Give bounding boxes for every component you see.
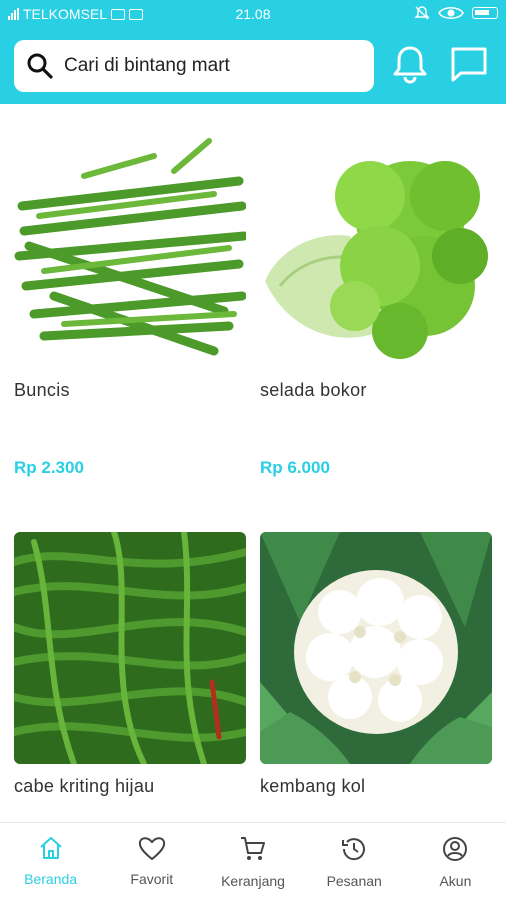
nav-label: Favorit: [130, 871, 174, 887]
cart-icon: [241, 837, 265, 860]
nav-label: Keranjang: [221, 873, 285, 889]
product-card[interactable]: selada bokor Rp 6.000: [260, 136, 492, 478]
mute-icon: [414, 6, 430, 20]
battery-icon: [472, 7, 498, 19]
product-price: Rp 2.300: [14, 458, 84, 477]
bottom-nav: Beranda Favorit Keranjang Pesanan Akun: [0, 822, 506, 900]
nav-pesanan[interactable]: Pesanan: [304, 823, 405, 900]
header: [0, 28, 506, 104]
status-bar: TELKOMSEL 21.08: [0, 0, 506, 28]
product-card[interactable]: kembang kol: [260, 532, 492, 797]
product-card[interactable]: cabe kriting hijau: [14, 532, 246, 797]
nav-akun[interactable]: Akun: [405, 823, 506, 900]
search-input[interactable]: [64, 55, 354, 77]
nav-label: Beranda: [24, 871, 78, 887]
product-name: Buncis: [14, 380, 70, 400]
chat-button[interactable]: [449, 42, 489, 86]
eye-icon: [438, 6, 464, 20]
nav-keranjang[interactable]: Keranjang: [202, 823, 303, 900]
notification-button[interactable]: [390, 42, 430, 86]
search-icon: [27, 53, 53, 79]
product-image-lettuce: [260, 136, 492, 368]
search-bar[interactable]: [14, 40, 374, 92]
heart-icon: [138, 837, 165, 861]
product-grid: Buncis Rp 2.300 selada bokor Rp 6.000 ca…: [0, 104, 506, 820]
product-image-green-beans: [14, 136, 246, 368]
product-name: kembang kol: [260, 776, 366, 796]
nav-beranda[interactable]: Beranda: [0, 823, 101, 900]
product-image-cauliflower: [260, 532, 492, 764]
product-price: Rp 6.000: [260, 458, 330, 477]
chat-icon: [451, 47, 487, 82]
product-card[interactable]: Buncis Rp 2.300: [14, 136, 246, 478]
nav-label: Pesanan: [326, 873, 382, 889]
product-image-green-chili: [14, 532, 246, 764]
nav-label: Akun: [439, 873, 472, 889]
bell-icon: [393, 46, 427, 84]
account-icon: [443, 837, 468, 861]
home-icon: [39, 837, 62, 859]
product-name: cabe kriting hijau: [14, 776, 155, 796]
history-icon: [342, 838, 366, 861]
product-name: selada bokor: [260, 380, 367, 400]
nav-favorit[interactable]: Favorit: [101, 823, 202, 900]
